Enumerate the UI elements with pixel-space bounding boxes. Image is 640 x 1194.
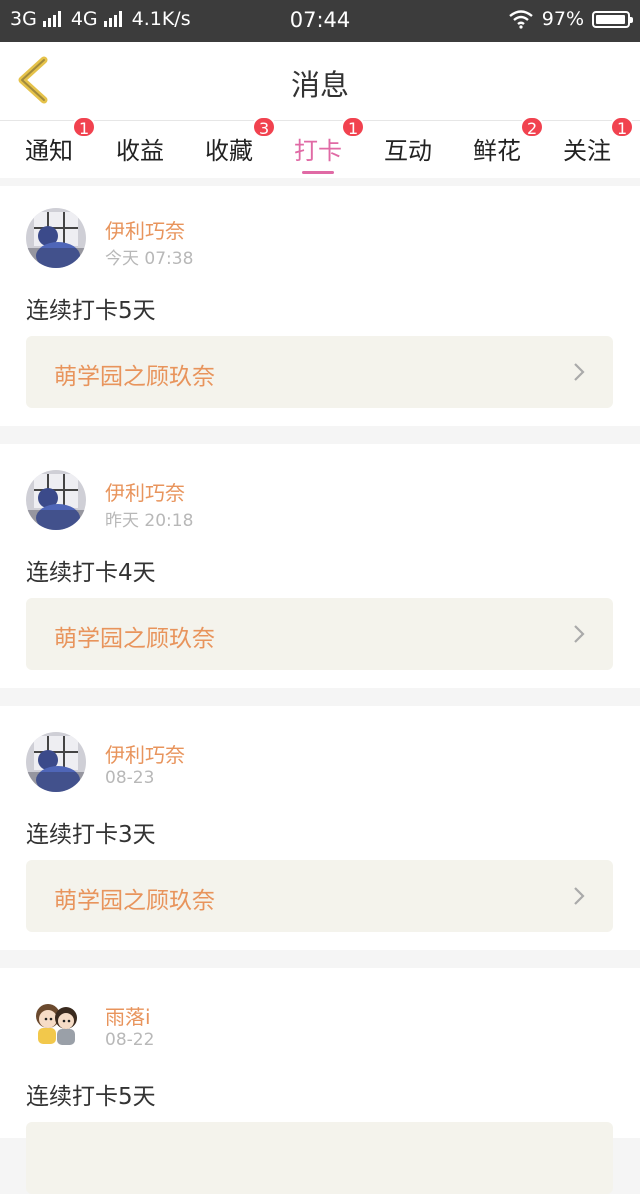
tab-flowers[interactable]: 鲜花 2	[473, 116, 545, 166]
username[interactable]: 伊利巧奈	[105, 739, 185, 768]
tab-following[interactable]: 关注 1	[563, 116, 635, 166]
unread-badge: 1	[341, 116, 366, 138]
tab-label: 鲜花	[473, 137, 521, 165]
tab-label: 关注	[563, 137, 611, 165]
timestamp: 08-23	[105, 768, 155, 788]
message-content: 连续打卡3天	[26, 822, 156, 848]
checkin-message-card: 雨落i 08-22 连续打卡5天	[0, 968, 640, 1194]
username[interactable]: 伊利巧奈	[105, 477, 185, 506]
cartoon-avatar-icon	[26, 994, 86, 1054]
user-photo-avatar-icon	[26, 208, 86, 268]
wifi-icon	[509, 10, 533, 29]
story-link[interactable]: 萌学园之顾玖奈	[26, 860, 613, 932]
timestamp: 今天 07:38	[105, 249, 194, 269]
message-content: 连续打卡5天	[26, 1084, 156, 1110]
unread-badge: 1	[72, 116, 97, 138]
story-title: 萌学园之顾玖奈	[54, 626, 215, 652]
tab-checkin[interactable]: 打卡 1	[294, 116, 366, 174]
message-content: 连续打卡5天	[26, 298, 156, 324]
avatar[interactable]	[26, 994, 86, 1054]
battery-percent: 97%	[541, 8, 584, 30]
chevron-right-icon	[574, 363, 585, 381]
tab-label: 通知	[25, 137, 73, 165]
user-photo-avatar-icon	[26, 732, 86, 792]
message-content: 连续打卡4天	[26, 560, 156, 586]
tab-label: 打卡	[294, 137, 342, 165]
page-title: 消息	[290, 68, 349, 102]
story-link[interactable]: 萌学园之顾玖奈	[26, 598, 613, 670]
tab-notifications[interactable]: 通知 1	[25, 116, 97, 166]
avatar[interactable]	[26, 470, 86, 530]
tab-label: 收藏	[205, 137, 253, 165]
story-link[interactable]: 萌学园之顾玖奈	[26, 336, 613, 408]
tab-interactions[interactable]: 互动	[384, 131, 432, 166]
avatar[interactable]	[26, 732, 86, 792]
unread-badge: 1	[610, 116, 635, 138]
story-title: 萌学园之顾玖奈	[54, 888, 215, 914]
user-photo-avatar-icon	[26, 470, 86, 530]
checkin-message-card: 伊利巧奈 昨天 20:18 连续打卡4天 萌学园之顾玖奈	[0, 444, 640, 688]
system-indicators: 97%	[508, 8, 633, 30]
story-title: 萌学园之顾玖奈	[54, 364, 215, 390]
active-tab-indicator	[302, 171, 334, 174]
battery-icon	[592, 10, 633, 28]
battery-fill	[596, 14, 625, 24]
username[interactable]: 伊利巧奈	[105, 215, 185, 244]
chevron-right-icon	[574, 887, 585, 905]
nav-bar: 消息	[0, 42, 640, 121]
checkin-message-card: 伊利巧奈 今天 07:38 连续打卡5天 萌学园之顾玖奈	[0, 186, 640, 426]
avatar[interactable]	[26, 208, 86, 268]
timestamp: 08-22	[105, 1030, 155, 1050]
unread-badge: 2	[520, 116, 545, 138]
checkin-message-card: 伊利巧奈 08-23 连续打卡3天 萌学园之顾玖奈	[0, 706, 640, 950]
timestamp: 昨天 20:18	[105, 511, 194, 531]
story-link[interactable]	[26, 1122, 613, 1194]
status-bar: 3G 4G 4.1K/s 07:44 97%	[0, 0, 640, 42]
unread-badge: 3	[252, 116, 277, 138]
username[interactable]: 雨落i	[105, 1001, 151, 1030]
tab-earnings[interactable]: 收益	[116, 131, 164, 166]
tab-favorites[interactable]: 收藏 3	[205, 116, 277, 166]
tab-label: 收益	[116, 137, 164, 165]
chevron-right-icon	[574, 625, 585, 643]
tab-bar: 通知 1 收益 收藏 3 打卡 1 互动 鲜花 2 关注 1	[0, 116, 640, 178]
tab-label: 互动	[384, 137, 432, 165]
